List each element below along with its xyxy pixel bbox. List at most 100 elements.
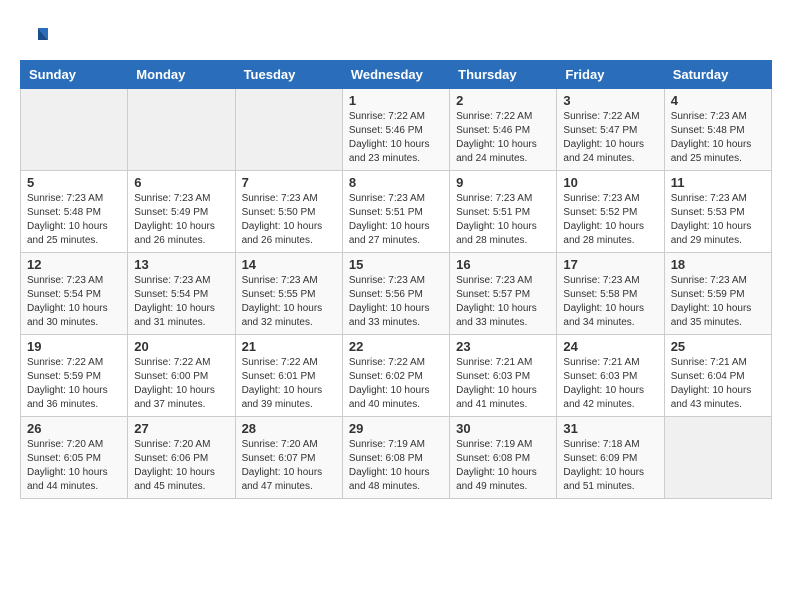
calendar-cell: 20 Sunrise: 7:22 AM Sunset: 6:00 PM Dayli… [128, 335, 235, 417]
calendar-cell: 18 Sunrise: 7:23 AM Sunset: 5:59 PM Dayli… [664, 253, 771, 335]
column-header-friday: Friday [557, 61, 664, 89]
calendar-week-1: 1 Sunrise: 7:22 AM Sunset: 5:46 PM Daylig… [21, 89, 772, 171]
day-number: 8 [349, 175, 443, 190]
day-info: Sunrise: 7:22 AM Sunset: 5:46 PM Dayligh… [456, 110, 550, 166]
calendar-header-row: SundayMondayTuesdayWednesdayThursdayFrid… [21, 61, 772, 89]
calendar-cell: 19 Sunrise: 7:22 AM Sunset: 5:59 PM Dayli… [21, 335, 128, 417]
calendar-week-5: 26 Sunrise: 7:20 AM Sunset: 6:05 PM Dayli… [21, 417, 772, 499]
day-info: Sunrise: 7:23 AM Sunset: 5:51 PM Dayligh… [349, 192, 443, 248]
day-info: Sunrise: 7:22 AM Sunset: 6:01 PM Dayligh… [242, 356, 336, 412]
calendar-cell: 7 Sunrise: 7:23 AM Sunset: 5:50 PM Daylig… [235, 171, 342, 253]
day-number: 3 [563, 93, 657, 108]
day-info: Sunrise: 7:20 AM Sunset: 6:05 PM Dayligh… [27, 438, 121, 494]
calendar-cell: 3 Sunrise: 7:22 AM Sunset: 5:47 PM Daylig… [557, 89, 664, 171]
day-info: Sunrise: 7:23 AM Sunset: 5:50 PM Dayligh… [242, 192, 336, 248]
page-header [20, 20, 772, 50]
calendar-cell: 29 Sunrise: 7:19 AM Sunset: 6:08 PM Dayli… [342, 417, 449, 499]
calendar-cell: 15 Sunrise: 7:23 AM Sunset: 5:56 PM Dayli… [342, 253, 449, 335]
day-number: 22 [349, 339, 443, 354]
day-info: Sunrise: 7:22 AM Sunset: 5:46 PM Dayligh… [349, 110, 443, 166]
calendar-week-2: 5 Sunrise: 7:23 AM Sunset: 5:48 PM Daylig… [21, 171, 772, 253]
day-number: 13 [134, 257, 228, 272]
calendar-cell: 11 Sunrise: 7:23 AM Sunset: 5:53 PM Dayli… [664, 171, 771, 253]
day-number: 26 [27, 421, 121, 436]
calendar-table: SundayMondayTuesdayWednesdayThursdayFrid… [20, 60, 772, 499]
calendar-week-3: 12 Sunrise: 7:23 AM Sunset: 5:54 PM Dayli… [21, 253, 772, 335]
calendar-cell: 23 Sunrise: 7:21 AM Sunset: 6:03 PM Dayli… [450, 335, 557, 417]
column-header-saturday: Saturday [664, 61, 771, 89]
day-number: 16 [456, 257, 550, 272]
day-number: 30 [456, 421, 550, 436]
calendar-cell: 10Sunrise: 7:23 AM Sunset: 5:52 PM Dayli… [557, 171, 664, 253]
day-info: Sunrise: 7:22 AM Sunset: 6:00 PM Dayligh… [134, 356, 228, 412]
day-number: 11 [671, 175, 765, 190]
day-info: Sunrise: 7:22 AM Sunset: 6:02 PM Dayligh… [349, 356, 443, 412]
day-info: Sunrise: 7:19 AM Sunset: 6:08 PM Dayligh… [456, 438, 550, 494]
day-number: 21 [242, 339, 336, 354]
day-info: Sunrise: 7:22 AM Sunset: 5:47 PM Dayligh… [563, 110, 657, 166]
day-number: 19 [27, 339, 121, 354]
calendar-cell: 1 Sunrise: 7:22 AM Sunset: 5:46 PM Daylig… [342, 89, 449, 171]
day-info: Sunrise: 7:20 AM Sunset: 6:06 PM Dayligh… [134, 438, 228, 494]
calendar-cell: 13 Sunrise: 7:23 AM Sunset: 5:54 PM Dayli… [128, 253, 235, 335]
day-number: 23 [456, 339, 550, 354]
day-number: 17 [563, 257, 657, 272]
day-info: Sunrise: 7:23 AM Sunset: 5:59 PM Dayligh… [671, 274, 765, 330]
day-info: Sunrise: 7:23 AM Sunset: 5:58 PM Dayligh… [563, 274, 657, 330]
calendar-cell [128, 89, 235, 171]
day-number: 2 [456, 93, 550, 108]
day-info: Sunrise: 7:21 AM Sunset: 6:03 PM Dayligh… [563, 356, 657, 412]
day-number: 29 [349, 421, 443, 436]
column-header-thursday: Thursday [450, 61, 557, 89]
day-number: 24 [563, 339, 657, 354]
calendar-cell: 6Sunrise: 7:23 AM Sunset: 5:49 PM Daylig… [128, 171, 235, 253]
day-info: Sunrise: 7:23 AM Sunset: 5:54 PM Dayligh… [27, 274, 121, 330]
column-header-monday: Monday [128, 61, 235, 89]
column-header-wednesday: Wednesday [342, 61, 449, 89]
day-number: 7 [242, 175, 336, 190]
day-number: 15 [349, 257, 443, 272]
day-number: 10 [563, 175, 657, 190]
column-header-sunday: Sunday [21, 61, 128, 89]
calendar-cell: 12 Sunrise: 7:23 AM Sunset: 5:54 PM Dayli… [21, 253, 128, 335]
calendar-cell: 21 Sunrise: 7:22 AM Sunset: 6:01 PM Dayli… [235, 335, 342, 417]
calendar-cell: 4Sunrise: 7:23 AM Sunset: 5:48 PM Daylig… [664, 89, 771, 171]
day-number: 18 [671, 257, 765, 272]
day-number: 28 [242, 421, 336, 436]
day-info: Sunrise: 7:23 AM Sunset: 5:51 PM Dayligh… [456, 192, 550, 248]
calendar-cell: 5 Sunrise: 7:23 AM Sunset: 5:48 PM Daylig… [21, 171, 128, 253]
calendar-cell [21, 89, 128, 171]
day-info: Sunrise: 7:23 AM Sunset: 5:48 PM Dayligh… [671, 110, 765, 166]
day-info: Sunrise: 7:23 AM Sunset: 5:53 PM Dayligh… [671, 192, 765, 248]
day-number: 1 [349, 93, 443, 108]
calendar-cell: 25 Sunrise: 7:21 AM Sunset: 6:04 PM Dayli… [664, 335, 771, 417]
day-number: 5 [27, 175, 121, 190]
day-info: Sunrise: 7:20 AM Sunset: 6:07 PM Dayligh… [242, 438, 336, 494]
day-info: Sunrise: 7:19 AM Sunset: 6:08 PM Dayligh… [349, 438, 443, 494]
calendar-cell: 27Sunrise: 7:20 AM Sunset: 6:06 PM Dayli… [128, 417, 235, 499]
day-number: 31 [563, 421, 657, 436]
day-info: Sunrise: 7:18 AM Sunset: 6:09 PM Dayligh… [563, 438, 657, 494]
day-info: Sunrise: 7:21 AM Sunset: 6:04 PM Dayligh… [671, 356, 765, 412]
day-number: 25 [671, 339, 765, 354]
day-info: Sunrise: 7:23 AM Sunset: 5:56 PM Dayligh… [349, 274, 443, 330]
day-number: 12 [27, 257, 121, 272]
calendar-cell: 16Sunrise: 7:23 AM Sunset: 5:57 PM Dayli… [450, 253, 557, 335]
calendar-cell: 17 Sunrise: 7:23 AM Sunset: 5:58 PM Dayli… [557, 253, 664, 335]
day-number: 14 [242, 257, 336, 272]
day-info: Sunrise: 7:22 AM Sunset: 5:59 PM Dayligh… [27, 356, 121, 412]
calendar-cell: 14Sunrise: 7:23 AM Sunset: 5:55 PM Dayli… [235, 253, 342, 335]
day-info: Sunrise: 7:23 AM Sunset: 5:48 PM Dayligh… [27, 192, 121, 248]
calendar-week-4: 19 Sunrise: 7:22 AM Sunset: 5:59 PM Dayli… [21, 335, 772, 417]
day-number: 20 [134, 339, 228, 354]
calendar-cell: 8 Sunrise: 7:23 AM Sunset: 5:51 PM Daylig… [342, 171, 449, 253]
day-info: Sunrise: 7:23 AM Sunset: 5:54 PM Dayligh… [134, 274, 228, 330]
day-info: Sunrise: 7:21 AM Sunset: 6:03 PM Dayligh… [456, 356, 550, 412]
day-info: Sunrise: 7:23 AM Sunset: 5:49 PM Dayligh… [134, 192, 228, 248]
logo-icon [20, 20, 50, 50]
day-number: 9 [456, 175, 550, 190]
calendar-cell: 28 Sunrise: 7:20 AM Sunset: 6:07 PM Dayli… [235, 417, 342, 499]
calendar-cell [235, 89, 342, 171]
calendar-cell: 31 Sunrise: 7:18 AM Sunset: 6:09 PM Dayli… [557, 417, 664, 499]
logo [20, 20, 54, 50]
